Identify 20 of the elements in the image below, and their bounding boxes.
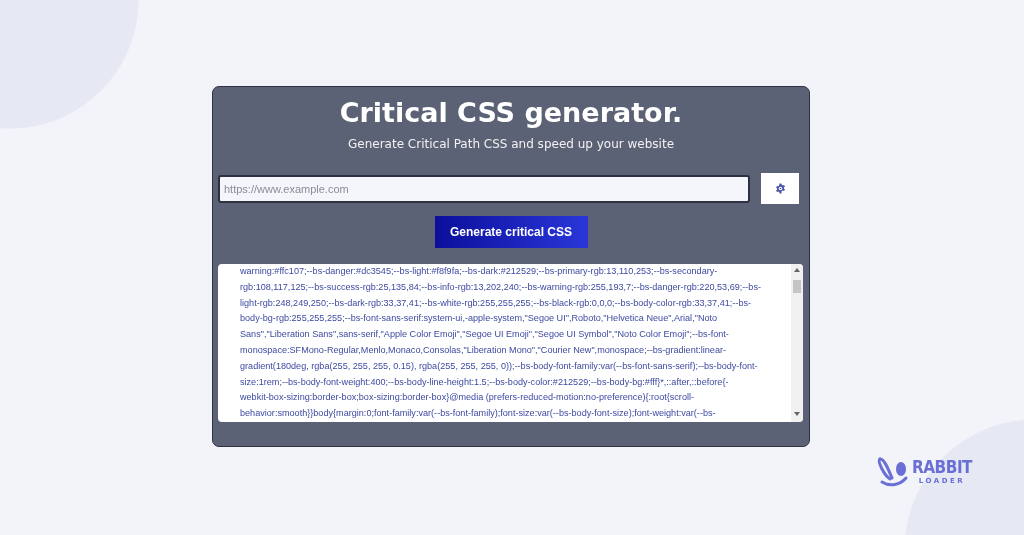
generate-button[interactable]: Generate critical CSS: [434, 216, 588, 248]
url-input-field[interactable]: https://www.example.com: [218, 174, 750, 203]
css-code-line: warning:#ffc107;--bs-danger:#dc3545;--bs-light:#f8f9fa;--bs-dark:#212529;--bs-primary-rgb:13,110,253;--bs-secondary-: [240, 265, 719, 278]
css-code-line: rgb:108,117,125;--bs-success-rgb:25,135,84;--bs-info-rgb:13,202,240;--bs-warning-rgb:255,193,7;--bs-danger-rgb:220,53,69;--bs-: [240, 280, 762, 294]
scrollbar[interactable]: [791, 264, 803, 422]
css-code-line: webkit-box-sizing:border-box;box-sizing:border-box}@media (prefers-reduced-motion:no-preference){:root{scroll-: [240, 391, 696, 405]
css-output-area[interactable]: [218, 264, 803, 422]
logo-text: RABBIT: [912, 458, 973, 476]
settings-button[interactable]: [761, 173, 799, 204]
page-title: Critical CSS generator.: [338, 96, 684, 130]
css-code-line: Sans","Liberation Sans",sans-serif,"Apple Color Emoji","Segoe UI Emoji","Segoe UI Symbol","Noto Color Emoji";--bs-font-: [240, 328, 730, 342]
css-code-line: body-bg-rgb:255,255,255;--bs-font-sans-serif:system-ui,-apple-system,"Segoe UI",Roboto,"Helvetica Neue",Arial,"Noto: [240, 312, 719, 326]
css-code-line: light-rgb:248,249,250;--bs-dark-rgb:33,37,41;--bs-white-rgb:255,255,255;--bs-black-rgb:0,0,0;--bs-body-color-rgb:33,37,41;--bs-: [240, 296, 753, 310]
css-code-line: monospace:SFMono-Regular,Menlo,Monaco,Consolas,"Liberation Mono","Courier New",monospace;--bs-gradient:linear-: [240, 344, 728, 357]
rabbit-ears-icon: [876, 456, 910, 488]
css-code-line: size:1rem;--bs-body-font-weight:400;--bs-body-line-height:1.5;--bs-body-color:#212529;--bs-body-bg:#fff}*,::after,::before{-: [240, 375, 730, 389]
css-code-line: gradient(180deg, rgba(255, 255, 255, 0.15), rgba(255, 255, 255, 0));--bs-body-font-family:var(--bs-font-sans-serif);--bs-body-font-: [240, 359, 759, 373]
settings-icon: [774, 183, 786, 194]
subtitle: Generate Critical Path CSS and speed up your website: [347, 137, 675, 151]
css-code-line: behavior:smooth}}body{margin:0;font-family:var(--bs-font-family);font-size:var(--bs-body-font-size);font-weight:var(--bs-: [240, 407, 717, 421]
